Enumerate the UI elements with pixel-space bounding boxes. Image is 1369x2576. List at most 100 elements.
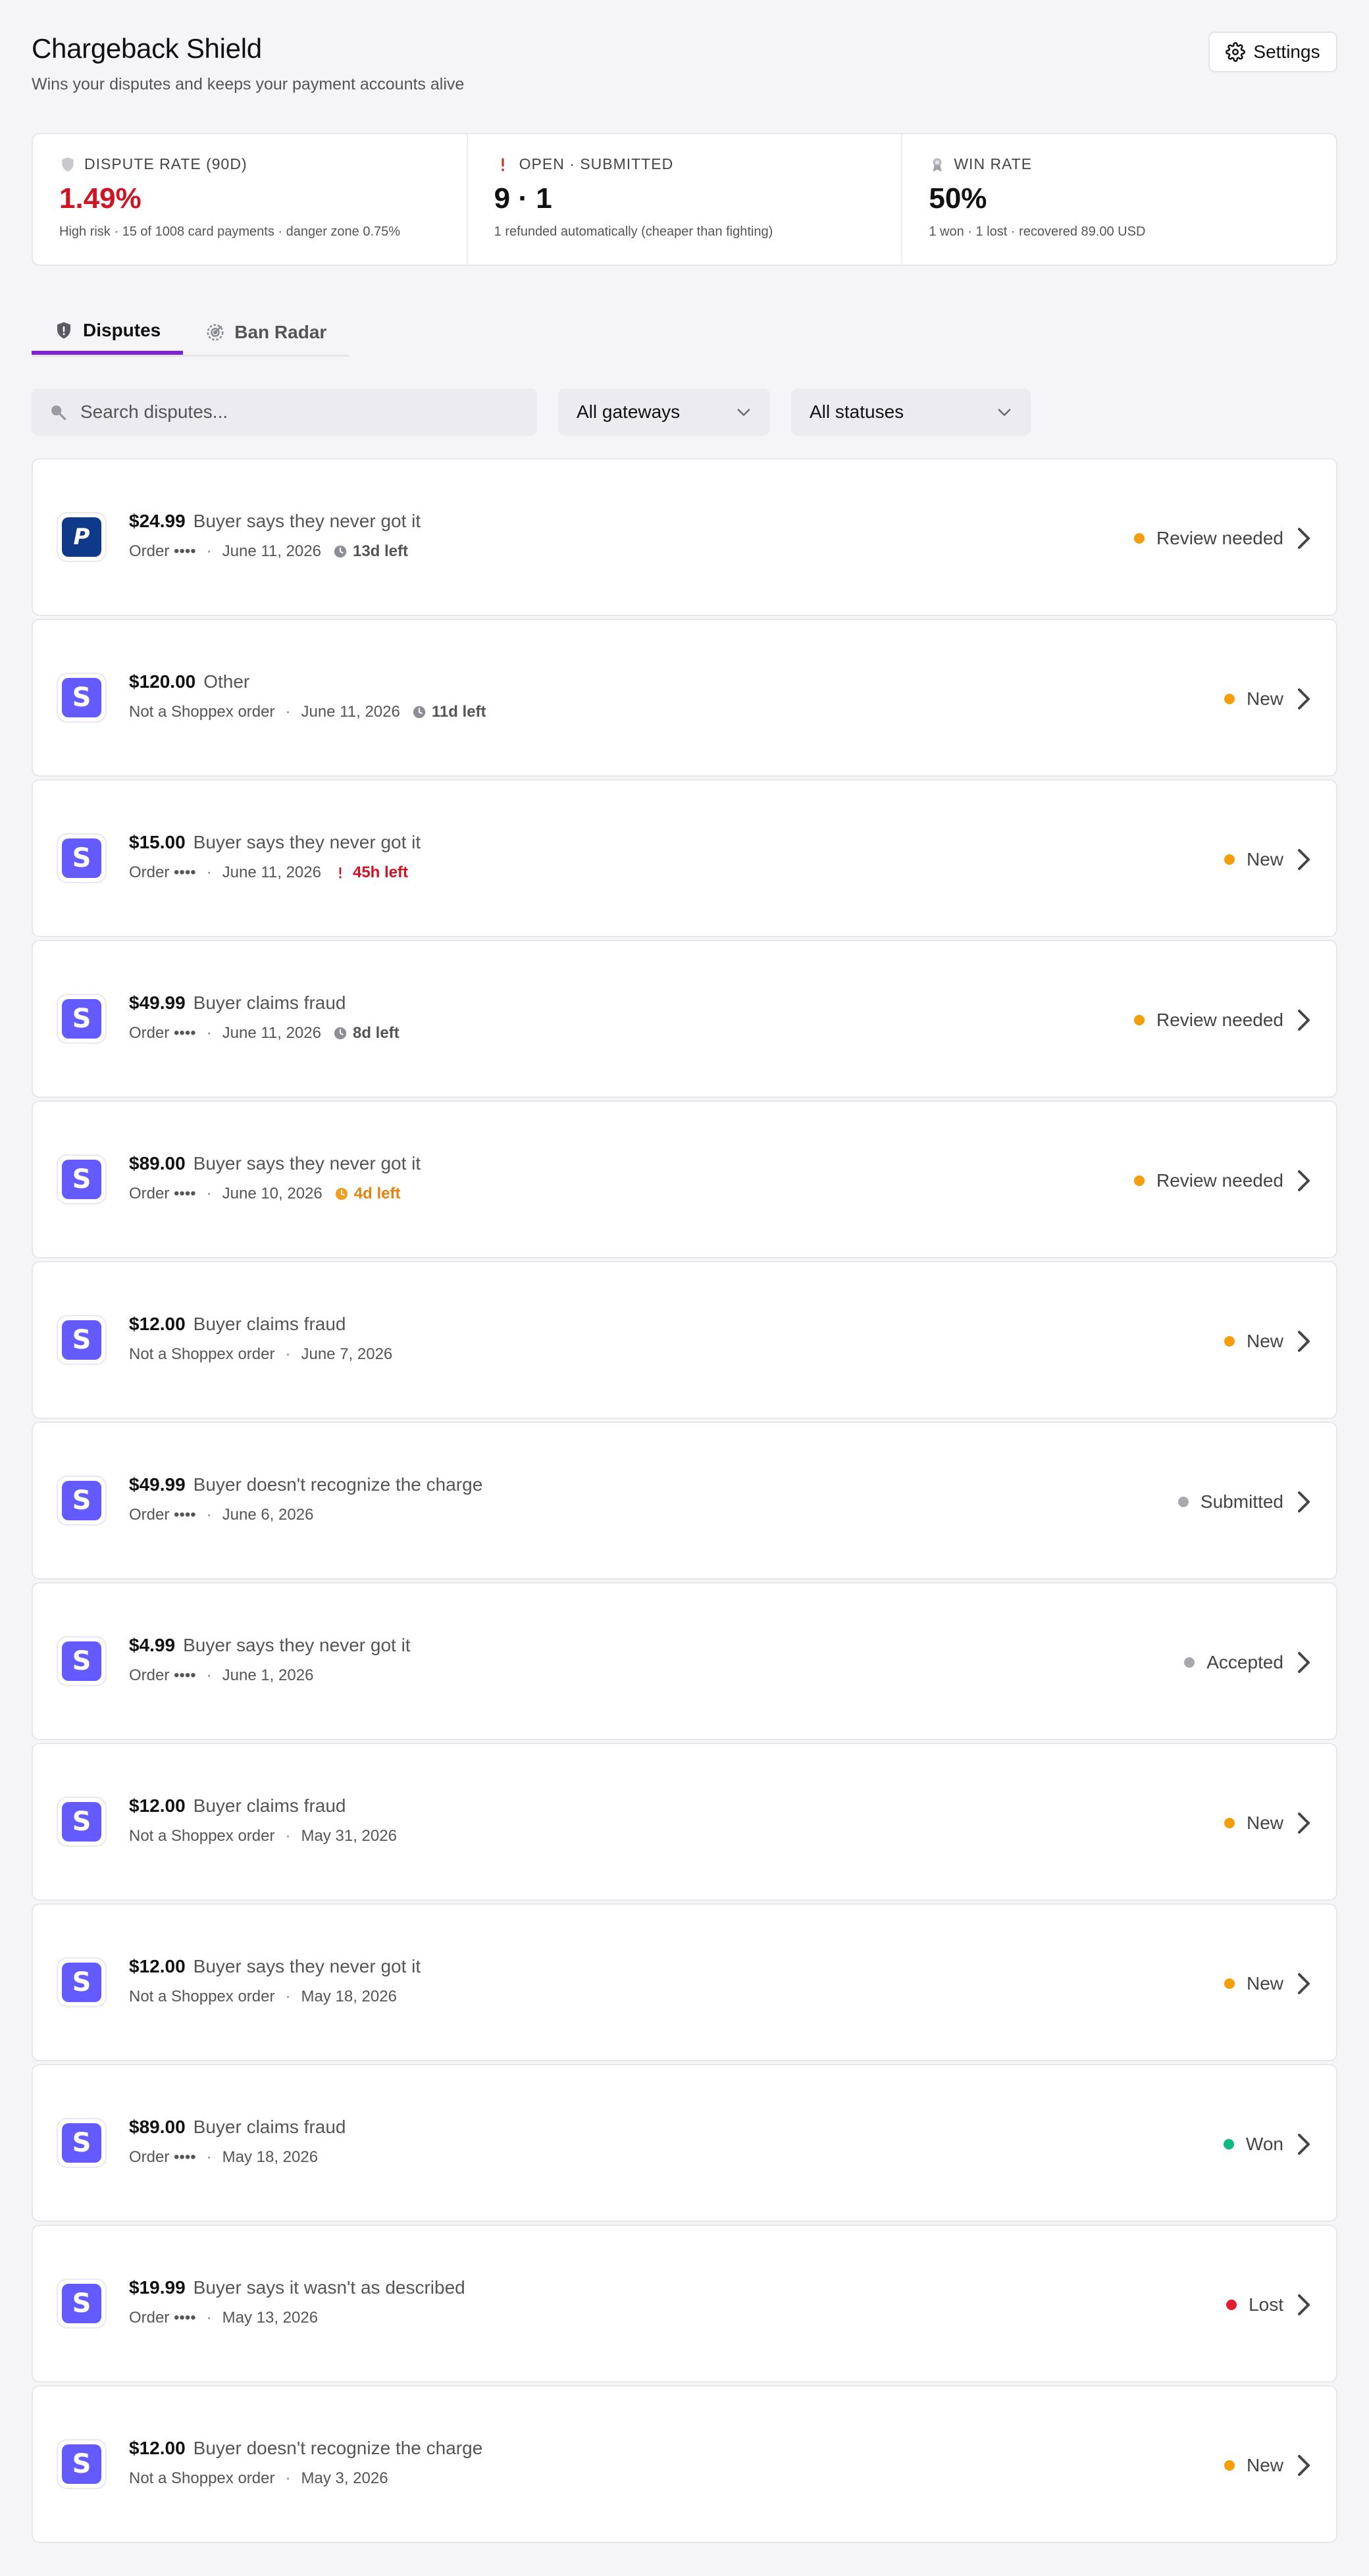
clock-icon [335,1187,348,1200]
dispute-meta: Order •••• · June 10, 2026 4d left [129,1185,400,1203]
status-badge: Review needed [1133,459,1283,617]
search-box[interactable] [32,388,537,436]
order-reference: Order •••• [129,2148,196,2166]
chevron-right-icon[interactable] [1295,1329,1314,1353]
stripe-logo-icon: S [58,2280,105,2327]
dispute-meta: Not a Shoppex order · May 31, 2026 [129,1827,397,1845]
separator: · [206,1185,212,1202]
dispute-row[interactable]: S $12.00 Buyer claims fraud Not a Shoppex o… [32,1261,1337,1419]
order-reference: Order •••• [129,1666,196,1684]
dispute-reason: Other [203,671,250,692]
dispute-reason: Buyer says it wasn't as described [193,2277,465,2298]
dispute-row[interactable]: S $120.00 Other Not a Shoppex order · June 11… [32,619,1337,777]
dispute-amount: $4.99 [129,1635,176,1655]
order-reference: Order •••• [129,542,196,560]
separator: · [206,1024,212,1042]
chevron-right-icon[interactable] [1295,1811,1314,1835]
chevron-right-icon[interactable] [1295,848,1314,871]
gateway-select-value: All gateways [577,401,681,422]
stripe-logo-icon: S [58,1477,105,1524]
status-dot [1133,1015,1145,1025]
dispute-row[interactable]: P $24.99 Buyer says they never got it Order… [32,458,1337,616]
clock-icon [334,1027,347,1040]
search-input[interactable] [80,401,528,423]
chevron-right-icon[interactable] [1295,527,1314,550]
stat-note: 1 refunded automatically (cheaper than f… [494,224,773,239]
status-label: New [1246,1331,1283,1351]
tab-label: Ban Radar [234,321,327,342]
dispute-amount: $12.00 [129,2438,186,2458]
dispute-reason: Buyer doesn't recognize the charge [193,1474,483,1495]
dispute-date: June 11, 2026 [222,542,321,560]
dispute-row[interactable]: S $49.99 Buyer claims fraud Order •••• · June… [32,940,1337,1098]
dispute-date: June 10, 2026 [222,1185,323,1202]
dispute-reason: Buyer says they never got it [193,511,421,531]
stat-note: 1 won · 1 lost · recovered 89.00 USD [929,224,1146,239]
settings-button[interactable]: Settings [1208,32,1337,72]
tab-bar: Disputes Ban Radar [32,309,349,357]
status-badge: New [1224,781,1283,939]
order-reference: Order •••• [129,1024,196,1042]
dispute-row[interactable]: S $12.00 Buyer claims fraud Not a Shoppex o… [32,1743,1337,1901]
dispute-date: May 3, 2026 [301,2469,388,2487]
chevron-right-icon[interactable] [1295,1972,1314,1996]
deadline-text: 13d left [352,542,409,560]
deadline-text: 11d left [431,703,486,721]
chevron-right-icon[interactable] [1295,2293,1314,2317]
stat-note: High risk · 15 of 1008 card payments · d… [59,224,401,239]
chevron-right-icon[interactable] [1295,1169,1314,1193]
dispute-row[interactable]: S $89.00 Buyer says they never got it Order… [32,1100,1337,1258]
search-icon [51,405,66,421]
separator: · [206,2309,212,2327]
status-dot [1226,2300,1237,2310]
order-reference: Not a Shoppex order [129,1827,275,1845]
status-label: New [1246,1813,1283,1833]
dispute-reason: Buyer says they never got it [193,1956,421,1976]
stat-dispute-rate: DISPUTE RATE (90D) 1.49% High risk · 15 … [33,134,468,265]
chevron-right-icon[interactable] [1295,1008,1314,1032]
dispute-row[interactable]: S $12.00 Buyer says they never got it Not a… [32,1903,1337,2061]
status-select[interactable]: All statuses [791,388,1031,436]
status-badge: New [1224,1744,1283,1902]
dispute-row[interactable]: S $4.99 Buyer says they never got it Order … [32,1582,1337,1740]
dispute-summary: $12.00 Buyer claims fraud [129,1314,346,1335]
gateway-select[interactable]: All gateways [558,388,770,436]
dispute-summary: $15.00 Buyer says they never got it [129,832,421,853]
dispute-date: June 11, 2026 [222,863,321,881]
exclamation-icon [339,867,342,879]
order-reference: Order •••• [129,1185,196,1202]
tab-disputes[interactable]: Disputes [32,309,184,355]
dispute-summary: $12.00 Buyer claims fraud [129,1795,346,1816]
dispute-reason: Buyer doesn't recognize the charge [193,2438,483,2458]
dispute-reason: Buyer says they never got it [183,1635,411,1655]
separator: · [285,1827,291,1845]
dispute-reason: Buyer claims fraud [193,1314,346,1334]
dispute-row[interactable]: S $89.00 Buyer claims fraud Order •••• · May … [32,2064,1337,2222]
dispute-reason: Buyer claims fraud [193,2117,346,2137]
chevron-right-icon[interactable] [1295,687,1314,711]
status-label: Review needed [1156,1170,1283,1191]
dispute-row[interactable]: S $19.99 Buyer says it wasn't as described… [32,2225,1337,2383]
stripe-logo-icon: S [58,1637,105,1685]
page-title: Chargeback Shield [32,33,262,64]
status-dot [1177,1497,1189,1507]
chevron-down-icon [737,409,750,416]
chevron-right-icon[interactable] [1295,1490,1314,1514]
dispute-row[interactable]: S $15.00 Buyer says they never got it Order… [32,779,1337,937]
status-dot [1224,1818,1235,1828]
status-dot [1224,694,1235,704]
chevron-right-icon[interactable] [1295,1651,1314,1674]
deadline-text: 45h left [352,863,409,881]
dispute-meta: Not a Shoppex order · June 11, 2026 11d lef… [129,703,486,721]
dispute-amount: $12.00 [129,1314,186,1334]
dispute-row[interactable]: S $12.00 Buyer doesn't recognize the charg… [32,2385,1337,2543]
gear-icon [1226,42,1246,62]
order-reference: Order •••• [129,1506,196,1524]
chevron-right-icon[interactable] [1295,2454,1314,2477]
dispute-date: May 31, 2026 [301,1827,397,1845]
tab-ban-radar[interactable]: Ban Radar [183,309,349,355]
dispute-row[interactable]: S $49.99 Buyer doesn't recognize the charg… [32,1422,1337,1580]
chevron-right-icon[interactable] [1295,2132,1314,2156]
dispute-meta: Not a Shoppex order · June 7, 2026 [129,1345,392,1364]
dispute-summary: $24.99 Buyer says they never got it [129,511,421,532]
